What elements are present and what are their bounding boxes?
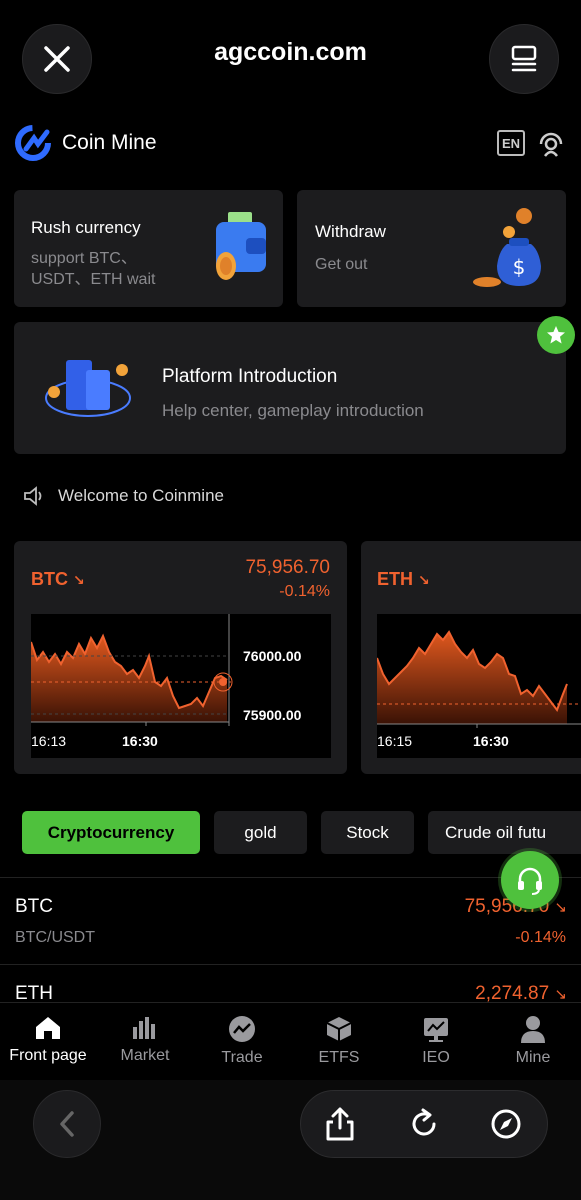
platform-title: Platform Introduction [162, 366, 338, 387]
nav-market[interactable]: Market [97, 1003, 193, 1081]
ticker-symbol: ETH ↘ [377, 569, 430, 589]
nav-label: Mine [515, 1049, 551, 1066]
chevron-left-icon [60, 1111, 74, 1137]
coin-mine-logo-icon [15, 125, 51, 161]
ticker-card-eth[interactable]: ETH ↘ 16:15 16:30 [361, 541, 581, 774]
mini-chart-eth: 16:15 16:30 [376, 614, 581, 758]
headset-icon [518, 867, 542, 895]
rush-sub-line2: USDT、ETH wait [31, 271, 156, 288]
tab-stock[interactable]: Stock [321, 811, 414, 854]
row-symbol: ETH [15, 983, 53, 1002]
nav-label: Front page [9, 1047, 87, 1064]
star-icon [547, 326, 565, 344]
nav-label: Trade [221, 1049, 263, 1066]
ticker-price: 75,956.70 [245, 557, 330, 578]
ticker-symbol: BTC ↘ [31, 569, 85, 589]
ticker-change: -0.14% [279, 583, 330, 600]
row-price: 2,274.87 ↘ [475, 983, 567, 1002]
home-icon [36, 1017, 60, 1039]
nav-etfs[interactable]: ETFS [291, 1003, 387, 1081]
rush-sub-line1: support BTC、 [31, 250, 137, 267]
nav-label: ETFS [318, 1049, 360, 1066]
monitor-chart-icon [424, 1018, 448, 1042]
nav-label: Market [120, 1047, 170, 1064]
menu-button[interactable] [489, 24, 559, 94]
bottom-nav: Front page Market Trade ETFS IEO Mine [0, 1002, 581, 1080]
list-item-btc[interactable]: BTC BTC/USDT 75,956.70 ↘ -0.14% [0, 878, 581, 964]
row-change: -0.14% [515, 929, 566, 946]
btc-area-series [31, 636, 227, 722]
language-switch[interactable]: EN [497, 130, 525, 156]
customer-service-button[interactable] [501, 851, 559, 909]
rush-title: Rush currency [31, 218, 141, 237]
y-tick-top: 76000.00 [243, 648, 302, 664]
trend-down-icon: ↘ [418, 572, 430, 588]
nav-label: IEO [422, 1049, 450, 1066]
platform-intro-card[interactable]: Platform Introduction Help center, gamep… [14, 322, 566, 454]
x-tick-start: 16:15 [377, 733, 413, 749]
tab-cryptocurrency[interactable]: Cryptocurrency [22, 811, 200, 854]
star-badge[interactable] [537, 316, 575, 354]
svg-text:$: $ [513, 255, 526, 279]
platform-sub: Help center, gameplay introduction [162, 401, 424, 420]
close-icon [44, 46, 70, 72]
nav-trade[interactable]: Trade [194, 1003, 290, 1081]
trend-down-icon: ↘ [554, 899, 567, 916]
x-tick-start: 16:13 [31, 733, 67, 749]
list-item-eth[interactable]: ETH 2,274.87 ↘ [0, 965, 581, 1002]
tab-crude-oil[interactable]: Crude oil futu [428, 811, 581, 854]
notice-text: Welcome to Coinmine [58, 486, 224, 505]
withdraw-sub: Get out [315, 256, 368, 273]
row-symbol: BTC [15, 896, 53, 917]
trend-chart-icon [229, 1016, 255, 1042]
brand: Coin Mine [14, 124, 157, 162]
x-tick-mid: 16:30 [122, 733, 158, 749]
user-icon [521, 1016, 545, 1043]
compass-icon[interactable] [490, 1108, 522, 1140]
notice-bar: Welcome to Coinmine [22, 484, 224, 508]
ticker-card-btc[interactable]: BTC ↘ 75,956.70 -0.14% 76000.00 75900.00… [14, 541, 347, 774]
wallet-icon [216, 212, 266, 280]
back-button[interactable] [33, 1090, 101, 1158]
withdraw-card[interactable]: Withdraw Get out $ [297, 190, 566, 307]
trend-down-icon: ↘ [554, 986, 567, 1002]
eth-area-series [377, 632, 567, 724]
reload-icon[interactable] [408, 1108, 440, 1140]
mini-chart-btc: 76000.00 75900.00 16:13 16:30 [30, 614, 331, 758]
nav-front-page[interactable]: Front page [0, 1003, 96, 1081]
close-button[interactable] [22, 24, 92, 94]
cube-icon [326, 1017, 352, 1041]
trend-down-icon: ↘ [73, 572, 85, 588]
page-url: agccoin.com [214, 38, 367, 66]
brand-name: Coin Mine [62, 131, 157, 154]
rush-currency-card[interactable]: Rush currency support BTC、 USDT、ETH wait [14, 190, 283, 307]
bar-chart-icon [133, 1017, 155, 1039]
speaker-icon [24, 486, 42, 506]
y-tick-bottom: 75900.00 [243, 707, 302, 723]
menu-icon [511, 45, 537, 72]
share-icon[interactable] [324, 1106, 356, 1142]
platform-illustration-icon [45, 360, 131, 417]
withdraw-title: Withdraw [315, 222, 386, 241]
x-tick-mid: 16:30 [473, 733, 509, 749]
tab-gold[interactable]: gold [214, 811, 307, 854]
nav-mine[interactable]: Mine [485, 1003, 581, 1081]
money-bag-icon: $ [473, 208, 541, 287]
row-pair: BTC/USDT [15, 929, 95, 946]
nav-ieo[interactable]: IEO [388, 1003, 484, 1081]
support-icon[interactable] [536, 128, 566, 158]
